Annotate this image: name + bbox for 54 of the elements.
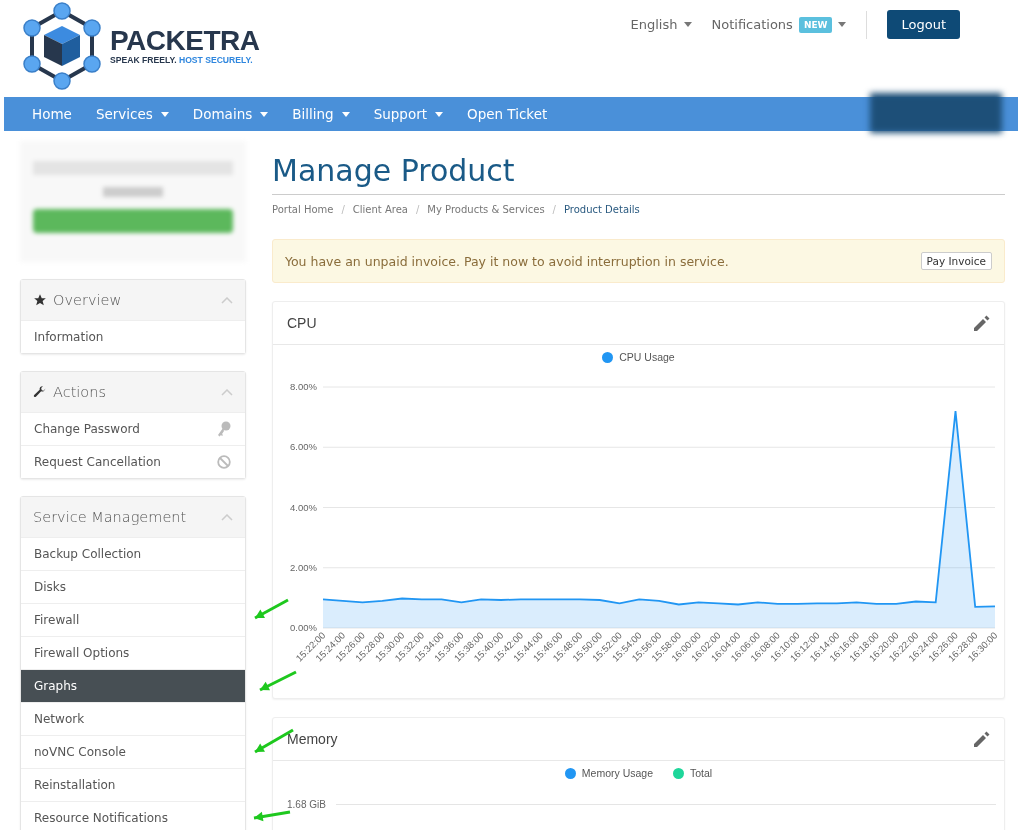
sidebar-item[interactable]: Disks xyxy=(21,570,245,603)
breadcrumb-separator: / xyxy=(416,204,420,215)
alert-text: You have an unpaid invoice. Pay it now to avoid interruption in service. xyxy=(285,253,729,269)
chevron-up-icon[interactable] xyxy=(221,296,233,304)
breadcrumb-link[interactable]: My Products & Services xyxy=(427,204,545,215)
sidebar-item[interactable]: Resource Notifications xyxy=(21,801,245,830)
chevron-up-icon[interactable] xyxy=(221,513,233,521)
annotation-arrow xyxy=(259,670,297,692)
card-title: Memory xyxy=(287,731,338,747)
panel-title: Service Management xyxy=(33,509,188,525)
annotation-arrow xyxy=(253,810,291,822)
y-tick-label: 0.00% xyxy=(290,622,317,633)
logo-tagline: SPEAK FREELY. HOST SECURELY. xyxy=(110,55,254,65)
panel-title: Actions xyxy=(53,384,107,400)
ban-icon xyxy=(217,455,231,469)
sidebar-item[interactable]: noVNC Console xyxy=(21,735,245,768)
sidebar-item[interactable]: Information xyxy=(21,320,245,353)
sidebar-item[interactable]: Firewall Options xyxy=(21,636,245,669)
notifications-menu[interactable]: Notifications NEW xyxy=(711,16,847,33)
y-tick-label: 2.00% xyxy=(290,561,317,573)
pay-invoice-button[interactable]: Pay Invoice xyxy=(920,252,992,270)
pencil-icon[interactable] xyxy=(974,315,990,331)
caret-icon xyxy=(683,22,692,27)
caret-icon xyxy=(838,22,847,27)
y-tick-label: 1.68 GiB xyxy=(287,799,326,810)
breadcrumb-link[interactable]: Client Area xyxy=(352,204,408,215)
card-title: CPU xyxy=(287,315,317,331)
sidebar-item[interactable]: Reinstallation xyxy=(21,768,245,801)
pencil-icon[interactable] xyxy=(974,731,990,747)
sidebar-item[interactable]: Request Cancellation xyxy=(21,445,245,478)
language-menu[interactable]: English xyxy=(630,17,692,32)
y-tick-label: 4.00% xyxy=(290,501,317,513)
sidebar-item[interactable]: Graphs xyxy=(21,669,245,702)
breadcrumb-link[interactable]: Portal Home xyxy=(272,204,334,215)
y-tick-label: 6.00% xyxy=(290,441,317,453)
chevron-up-icon[interactable] xyxy=(221,388,233,396)
legend-label: Total xyxy=(690,767,713,779)
sidebar-item[interactable]: Firewall xyxy=(21,603,245,636)
key-icon xyxy=(217,421,231,437)
legend-label: Memory Usage xyxy=(581,767,653,779)
y-tick-label: 8.00% xyxy=(290,381,317,392)
new-badge: NEW xyxy=(798,16,833,33)
sidebar-item[interactable]: Change Password xyxy=(21,412,245,445)
page-title: Manage Product xyxy=(272,153,1005,195)
annotation-arrow xyxy=(254,598,289,620)
logout-button[interactable]: Logout xyxy=(887,10,960,39)
panel-title: Overview xyxy=(53,292,123,308)
star-icon xyxy=(33,293,47,307)
sidebar-item[interactable]: Backup Collection xyxy=(21,537,245,570)
sidebar-item[interactable]: Network xyxy=(21,702,245,735)
legend-label: CPU Usage xyxy=(619,351,675,363)
breadcrumb-separator: / xyxy=(341,204,345,215)
breadcrumb-separator: / xyxy=(552,204,556,215)
logo-wordmark: PACKETRA xyxy=(110,27,260,55)
